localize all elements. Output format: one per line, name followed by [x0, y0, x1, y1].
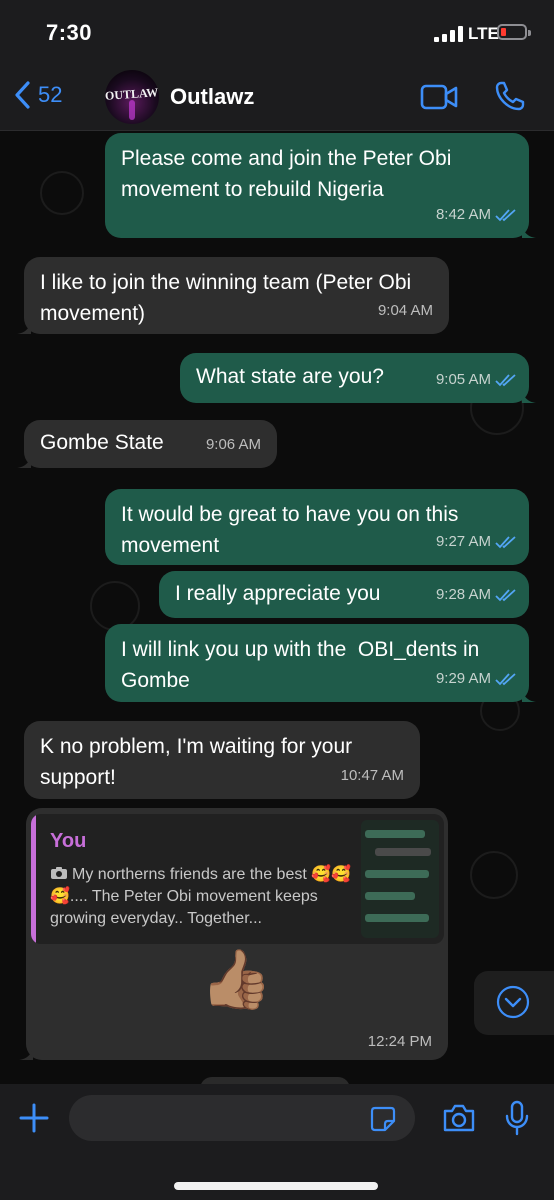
phone-icon[interactable] [494, 80, 526, 112]
plus-icon[interactable] [18, 1102, 50, 1134]
message-time: 9:04 AM [377, 302, 433, 319]
message-time: 8:42 AM [435, 206, 491, 223]
message-time: 12:24 PM [367, 1033, 432, 1050]
message-text: Please come and join the Peter Obi movem… [121, 147, 452, 201]
thumbnail-stripe [375, 848, 431, 856]
contact-name[interactable]: Outlawz [170, 84, 254, 110]
network-label: LTE [468, 24, 499, 43]
message-meta: 9:27 AM [436, 526, 517, 557]
message-bubble-outgoing[interactable]: I really appreciate you 9:28 AM [159, 571, 529, 618]
double-check-icon [495, 535, 516, 548]
bubble-tail [19, 1044, 33, 1060]
message-time: 9:05 AM [435, 371, 491, 388]
quote-accent-bar [31, 814, 36, 944]
double-check-icon [495, 588, 516, 601]
avatar[interactable]: OUTLAWZ [105, 70, 159, 124]
message-meta: 9:29 AM [436, 663, 517, 694]
avatar-logo-text: OUTLAWZ [105, 84, 159, 103]
microphone-icon[interactable] [505, 1100, 529, 1136]
bubble-tail [522, 387, 536, 403]
scroll-down-icon [496, 985, 530, 1019]
message-time: 9:27 AM [435, 533, 491, 550]
message-meta: 10:47 AM [341, 760, 404, 791]
thumbs-up-reaction: 👍🏽 [200, 947, 273, 1012]
camera-icon[interactable] [442, 1103, 476, 1133]
message-meta: 8:42 AM [436, 199, 517, 230]
back-chevron-icon [15, 81, 30, 109]
status-bar: 7:30 LTE [0, 0, 554, 66]
message-bubble-incoming[interactable]: I like to join the winning team (Peter O… [17, 257, 449, 334]
double-check-icon [495, 672, 516, 685]
message-bubble-incoming[interactable]: Gombe State 9:06 AM [17, 420, 277, 468]
sticker-icon[interactable] [370, 1106, 396, 1132]
battery-icon [497, 24, 527, 40]
double-check-icon [495, 208, 516, 221]
avatar-glow [129, 100, 135, 120]
message-bubble-incoming[interactable]: K no problem, I'm waiting for your suppo… [24, 721, 420, 799]
bubble-tail [17, 452, 31, 468]
message-meta: 9:05 AM [436, 364, 517, 395]
unread-count: 52 [38, 82, 63, 107]
wallpaper-doodle [470, 851, 518, 899]
battery-nub [528, 30, 531, 36]
chat-header: 52 OUTLAWZ Outlawz [0, 66, 554, 131]
bubble-tail [17, 318, 31, 334]
message-meta: 9:28 AM [436, 579, 517, 610]
quoted-message[interactable]: You My northerns friends are the best 🥰🥰… [31, 814, 444, 944]
photo-icon [51, 867, 67, 879]
message-input[interactable] [69, 1095, 415, 1141]
message-time: 10:47 AM [340, 767, 404, 784]
bubble-tail [522, 686, 536, 702]
message-meta: 9:06 AM [206, 429, 261, 460]
thumbnail-stripe [365, 870, 429, 878]
status-time: 7:30 [46, 20, 93, 45]
quote-text-block: My northerns friends are the best 🥰🥰🥰...… [50, 864, 360, 930]
thumbnail-stripe [365, 830, 425, 838]
message-time: 9:28 AM [435, 586, 491, 603]
thumbnail-stripe [365, 892, 415, 900]
signal-icon [434, 26, 463, 42]
wallpaper-doodle [40, 171, 84, 215]
quote-text: My northerns friends are the best 🥰🥰🥰...… [50, 866, 352, 927]
message-bubble-outgoing[interactable]: What state are you? 9:05 AM [180, 353, 536, 403]
video-call-icon[interactable] [420, 84, 458, 110]
message-bubble-outgoing[interactable]: I will link you up with the OBI_dents in… [105, 624, 536, 702]
quote-author: You [50, 830, 87, 852]
thumbnail-stripe [365, 914, 429, 922]
date-pill [200, 1077, 350, 1084]
message-time: 9:06 AM [205, 436, 261, 453]
home-indicator [174, 1182, 378, 1190]
double-check-icon [495, 373, 516, 386]
message-bubble-outgoing[interactable]: It would be great to have you on this mo… [105, 489, 529, 565]
message-meta: 9:04 AM [378, 295, 433, 326]
message-time: 9:29 AM [435, 670, 491, 687]
bubble-tail [522, 222, 536, 238]
quote-thumbnail [361, 820, 439, 938]
message-input-bar [0, 1084, 554, 1200]
scroll-to-bottom-button[interactable] [474, 971, 554, 1035]
back-button[interactable]: 52 [12, 80, 62, 110]
chat-area[interactable]: Please come and join the Peter Obi movem… [0, 131, 554, 1084]
message-bubble-outgoing[interactable]: Please come and join the Peter Obi movem… [105, 133, 536, 238]
reply-message-incoming[interactable]: You My northerns friends are the best 🥰🥰… [19, 808, 448, 1060]
message-text: I like to join the winning team (Peter O… [40, 271, 412, 325]
